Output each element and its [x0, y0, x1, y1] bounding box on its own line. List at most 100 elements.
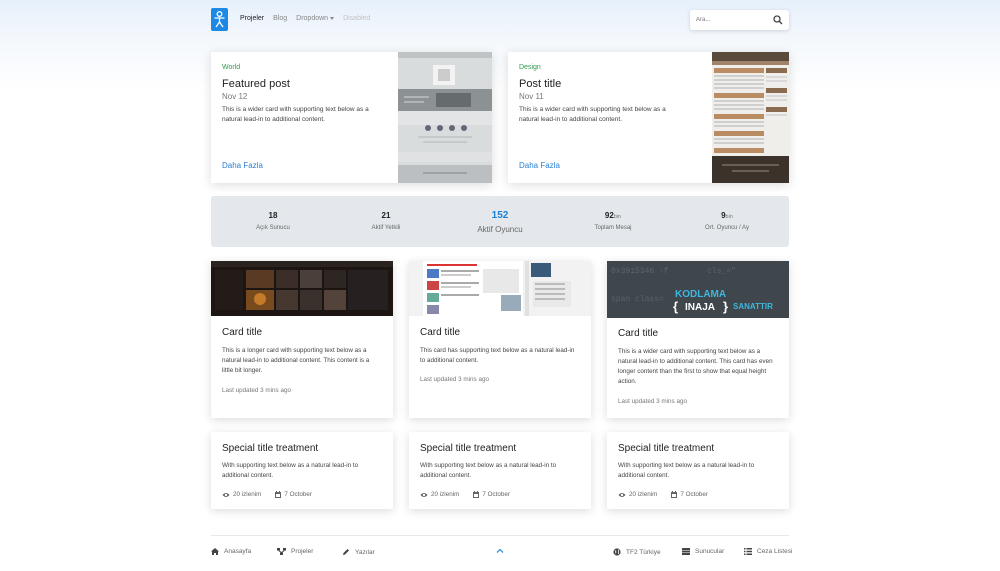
card-text: With supporting text below as a natural … [222, 462, 359, 479]
view-count: 20 izlenim [629, 491, 658, 498]
svg-text:0x3915346 -f: 0x3915346 -f [611, 267, 669, 276]
post-date: 7 October [482, 491, 511, 498]
stat-label: Aktif Yetkili [371, 225, 401, 231]
card-text: This is a wider card with supporting tex… [618, 348, 773, 385]
list-icon [744, 548, 752, 555]
image-text-sanattir: SANATTIR [733, 302, 773, 311]
image-text-inaja: INAJA [685, 302, 715, 313]
card-meta: 20 izlenim 7 October [420, 491, 510, 498]
card-title: Special title treatment [222, 443, 319, 454]
calendar-icon [473, 491, 480, 498]
scroll-top-button[interactable] [496, 548, 504, 553]
card-text: This is a wider card with supporting tex… [519, 106, 666, 123]
logo[interactable] [211, 8, 228, 31]
website-thumbnail[interactable] [398, 52, 492, 183]
featured-card: World Featured post Nov 12 This is a wid… [211, 52, 492, 183]
image-card: Card title This is a longer card with su… [211, 261, 393, 418]
card-text: With supporting text below as a natural … [618, 462, 755, 479]
person-logo-icon [214, 11, 225, 28]
card-title: Card title [222, 327, 263, 338]
nav-item-projeler[interactable]: Projeler [240, 15, 264, 22]
stat-label: Toplam Mesaj [594, 225, 632, 231]
news-site-thumbnail[interactable] [409, 261, 591, 316]
card-title: Special title treatment [420, 443, 517, 454]
footer-link-home[interactable]: Anasayfa [211, 548, 251, 555]
code-art-thumbnail[interactable]: 0x3915346 -f span class= cls_=" KODLAMA … [607, 261, 789, 318]
card-date: Nov 12 [222, 92, 248, 101]
card-meta: 20 izlenim 7 October [618, 491, 708, 498]
footer-link-posts[interactable]: Yazılar [342, 548, 375, 556]
nav-item-blog[interactable]: Blog [273, 15, 287, 22]
card-date: Nov 11 [519, 92, 544, 101]
project-diagram-icon [277, 548, 286, 555]
svg-text:{: { [673, 299, 678, 314]
footer-link-label: TF2 Türkiye [626, 548, 661, 556]
caret-down-icon [330, 16, 335, 20]
footer-link-label: Yazılar [355, 548, 375, 556]
nav-item-dropdown[interactable]: Dropdown [296, 15, 335, 22]
calendar-icon [671, 491, 678, 498]
calendar-icon [275, 491, 282, 498]
card-updated: Last updated 3 mins ago [618, 398, 687, 405]
card-text: With supporting text below as a natural … [420, 462, 557, 479]
server-icon [682, 548, 690, 555]
card-title: Post title [519, 78, 562, 90]
view-count: 20 izlenim [431, 491, 460, 498]
footer-link-ban-list[interactable]: Ceza Listesi [744, 548, 792, 555]
stat-value: 92bin [604, 211, 622, 220]
nav-dropdown-label: Dropdown [296, 15, 329, 22]
image-card: Card title This card has supporting text… [409, 261, 591, 418]
card-category[interactable]: World [222, 64, 240, 71]
footer-link-projects[interactable]: Projeler [277, 548, 313, 555]
card-title: Card title [420, 327, 461, 338]
eye-icon [618, 492, 626, 497]
game-site-thumbnail[interactable] [211, 261, 393, 316]
nav-item-disabled: Disabled [343, 15, 371, 22]
read-more-link[interactable]: Daha Fazla [519, 161, 560, 170]
card-title: Card title [618, 328, 659, 339]
stat-value: 21 [381, 211, 391, 220]
footer-link-servers[interactable]: Sunucular [682, 548, 724, 555]
card-category[interactable]: Design [519, 64, 541, 71]
main-nav: Projeler Blog Dropdown Disabled [240, 15, 370, 22]
card-text: This card has supporting text below as a… [420, 347, 575, 364]
header: Projeler Blog Dropdown Disabled [0, 0, 1000, 42]
image-text-kodlama: KODLAMA [675, 289, 726, 300]
stat-value: 18 [268, 211, 278, 220]
chevron-up-icon [496, 548, 504, 553]
card-meta: 20 izlenim 7 October [222, 491, 312, 498]
eye-icon [420, 492, 428, 497]
special-card: Special title treatment With supporting … [409, 432, 591, 509]
read-more-link[interactable]: Daha Fazla [222, 161, 263, 170]
special-card: Special title treatment With supporting … [607, 432, 789, 509]
svg-text:}: } [723, 299, 728, 314]
stat-value: 152 [491, 210, 509, 221]
stat-value: 9bin [721, 211, 733, 220]
footer-link-label: Ceza Listesi [757, 548, 793, 555]
footer-link-tf2[interactable]: TF2 Türkiye [613, 548, 661, 556]
post-date: 7 October [680, 491, 709, 498]
stat-label: Ort. Oyuncu / Ay [705, 225, 749, 231]
footer-link-label: Projeler [291, 548, 314, 555]
pen-icon [343, 549, 349, 555]
search-box [690, 10, 789, 30]
special-card: Special title treatment With supporting … [211, 432, 393, 509]
svg-text:span class=: span class= [611, 295, 664, 304]
globe-icon [613, 548, 621, 556]
card-title: Featured post [222, 78, 290, 90]
featured-card: Design Post title Nov 11 This is a wider… [508, 52, 789, 183]
stat-label: Aktif Oyuncu [477, 225, 523, 234]
stat-label: Açık Sunucu [256, 225, 290, 231]
eye-icon [222, 492, 230, 497]
search-icon[interactable] [773, 15, 783, 25]
post-date: 7 October [284, 491, 313, 498]
home-icon [211, 548, 219, 555]
card-text: This is a longer card with supporting te… [222, 347, 370, 374]
search-input[interactable] [696, 14, 766, 26]
card-text: This is a wider card with supporting tex… [222, 106, 369, 123]
footer-link-label: Anasayfa [224, 548, 252, 555]
card-updated: Last updated 3 mins ago [222, 387, 291, 394]
footer-link-label: Sunucular [695, 548, 725, 555]
stats-bar: 18 Açık Sunucu 21 Aktif Yetkili 152 Akti… [211, 196, 789, 247]
forum-thumbnail[interactable] [712, 52, 789, 183]
